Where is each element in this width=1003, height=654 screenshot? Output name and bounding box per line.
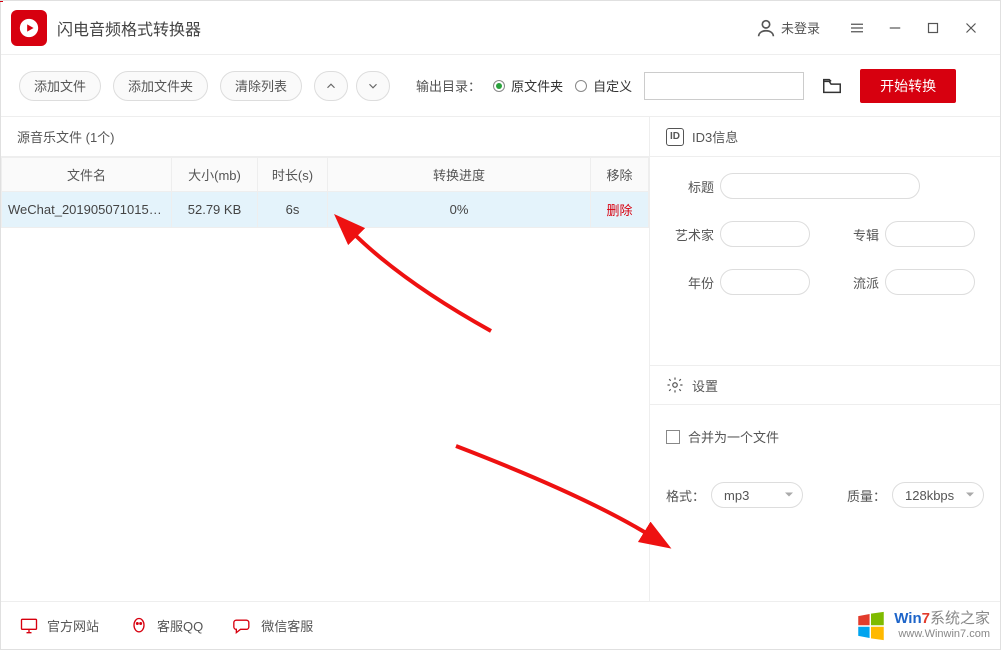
chat-icon <box>233 616 253 636</box>
footer: 官方网站 客服QQ 微信客服 <box>1 601 1000 649</box>
gear-icon <box>666 376 684 394</box>
minimize-icon[interactable] <box>876 9 914 47</box>
login-button[interactable]: 未登录 <box>755 17 820 39</box>
col-size: 大小(mb) <box>172 158 258 192</box>
cell-progress: 0% <box>328 192 591 228</box>
login-text: 未登录 <box>781 18 820 37</box>
id3-genre-label: 流派 <box>831 273 879 292</box>
windows-logo-icon <box>854 609 888 643</box>
id3-title-label: 标题 <box>666 177 714 196</box>
quality-label: 质量： <box>847 486 886 505</box>
chevron-down-icon <box>965 490 975 500</box>
qq-support-link[interactable]: 客服QQ <box>129 616 203 636</box>
quality-select[interactable]: 128kbps <box>892 482 984 508</box>
id-badge-icon: ID <box>666 128 684 146</box>
move-up-button[interactable] <box>314 71 348 101</box>
settings-header: 设置 <box>650 365 1000 405</box>
file-list-header: 源音乐文件 (1个) <box>1 117 649 157</box>
id3-artist-input[interactable] <box>720 221 810 247</box>
maximize-icon[interactable] <box>914 9 952 47</box>
monitor-icon <box>19 616 39 636</box>
col-dur: 时长(s) <box>258 158 328 192</box>
browse-folder-button[interactable] <box>816 72 848 100</box>
output-source-radio[interactable]: 原文件夹 <box>493 76 563 95</box>
id3-year-input[interactable] <box>720 269 810 295</box>
hamburger-menu-icon[interactable] <box>838 9 876 47</box>
clear-list-button[interactable]: 清除列表 <box>220 71 302 101</box>
add-folder-button[interactable]: 添加文件夹 <box>113 71 208 101</box>
move-down-button[interactable] <box>356 71 390 101</box>
close-icon[interactable] <box>952 9 990 47</box>
wechat-support-link[interactable]: 微信客服 <box>233 616 313 636</box>
start-convert-button[interactable]: 开始转换 <box>860 69 956 103</box>
output-path-input[interactable] <box>644 72 804 100</box>
cell-size: 52.79 KB <box>172 192 258 228</box>
merge-checkbox[interactable]: 合并为一个文件 <box>666 427 984 446</box>
penguin-icon <box>129 616 149 636</box>
watermark: Win7系统之家 www.Winwin7.com <box>854 609 990 643</box>
file-table: 文件名 大小(mb) 时长(s) 转换进度 移除 WeChat_20190507… <box>1 157 649 228</box>
id3-genre-input[interactable] <box>885 269 975 295</box>
app-title: 闪电音频格式转换器 <box>57 16 201 40</box>
id3-header: ID ID3信息 <box>650 117 1000 157</box>
side-panel: ID ID3信息 标题 艺术家 专辑 <box>650 117 1000 601</box>
id3-album-label: 专辑 <box>831 225 879 244</box>
add-file-button[interactable]: 添加文件 <box>19 71 101 101</box>
delete-row-button[interactable]: 删除 <box>606 203 632 218</box>
col-progress: 转换进度 <box>328 158 591 192</box>
cell-dur: 6s <box>258 192 328 228</box>
col-remove: 移除 <box>591 158 649 192</box>
id3-title-input[interactable] <box>720 173 920 199</box>
toolbar: 添加文件 添加文件夹 清除列表 输出目录： 原文件夹 自定义 开始转换 <box>1 55 1000 117</box>
id3-artist-label: 艺术家 <box>666 225 714 244</box>
id3-year-label: 年份 <box>666 273 714 292</box>
title-bar: 闪电音频格式转换器 未登录 <box>1 1 1000 55</box>
col-name: 文件名 <box>2 158 172 192</box>
output-dir-label: 输出目录： <box>416 76 481 95</box>
id3-album-input[interactable] <box>885 221 975 247</box>
table-row[interactable]: WeChat_201905071015… 52.79 KB 6s 0% 删除 <box>2 192 649 228</box>
output-custom-radio[interactable]: 自定义 <box>575 76 632 95</box>
cell-name: WeChat_201905071015… <box>2 192 172 228</box>
file-list-panel: 源音乐文件 (1个) 文件名 大小(mb) 时长(s) 转换进度 移除 WeCh… <box>1 117 650 601</box>
format-label: 格式： <box>666 486 705 505</box>
format-select[interactable]: mp3 <box>711 482 803 508</box>
app-logo <box>11 10 47 46</box>
official-site-link[interactable]: 官方网站 <box>19 616 99 636</box>
chevron-down-icon <box>784 490 794 500</box>
